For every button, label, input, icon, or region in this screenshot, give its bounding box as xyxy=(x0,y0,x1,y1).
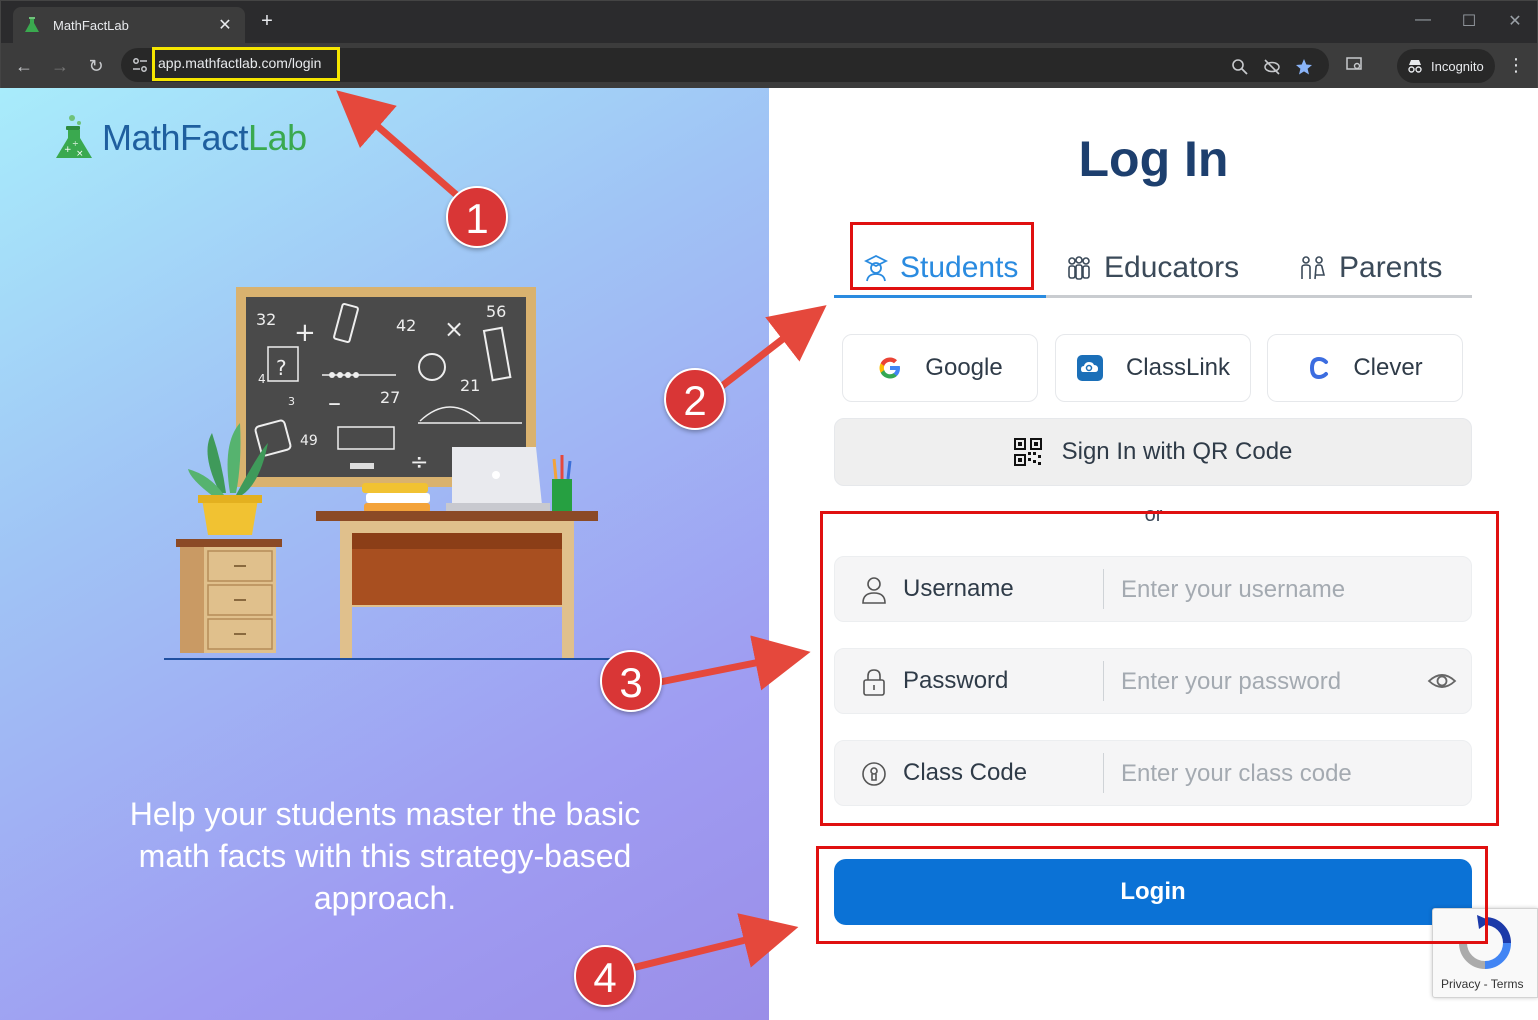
field-divider xyxy=(1103,569,1104,609)
recaptcha-links[interactable]: Privacy - Terms xyxy=(1441,977,1523,991)
tab-students[interactable]: Students xyxy=(864,238,1018,298)
username-field: Username xyxy=(834,556,1472,622)
svg-text:3: 3 xyxy=(288,395,295,408)
svg-text:21: 21 xyxy=(460,376,480,395)
minimize-icon[interactable]: — xyxy=(1413,11,1433,29)
close-tab-icon[interactable]: ✕ xyxy=(215,15,235,35)
bookmark-star-icon[interactable] xyxy=(1295,58,1313,76)
student-icon xyxy=(864,254,888,282)
class-code-label: Class Code xyxy=(903,759,1028,786)
classlink-signin-button[interactable]: ClassLink xyxy=(1055,334,1251,402)
login-panel: Log In Students Educators Parents Google… xyxy=(769,88,1538,1020)
hero-panel: + × ÷ MathFactLab 32 42 56 27 21 49 4 3 … xyxy=(0,88,769,1020)
classlink-icon xyxy=(1076,355,1103,381)
tab-parents[interactable]: Parents xyxy=(1299,238,1442,298)
field-divider xyxy=(1103,753,1104,793)
qr-signin-button[interactable]: Sign In with QR Code xyxy=(834,418,1472,486)
svg-text:×: × xyxy=(444,315,464,343)
show-password-icon[interactable] xyxy=(1427,669,1457,693)
drawer-cabinet xyxy=(176,539,282,653)
svg-text:+: + xyxy=(294,318,316,348)
brand-name: MathFactLab xyxy=(102,117,307,158)
parents-icon xyxy=(1301,256,1326,280)
reading-list-icon[interactable] xyxy=(1345,55,1363,73)
tab-title: MathFactLab xyxy=(53,17,129,33)
svg-text:–: – xyxy=(328,388,341,418)
class-code-input[interactable] xyxy=(1115,751,1425,797)
clever-label: Clever xyxy=(1353,354,1423,381)
browser-menu-icon[interactable]: ⋮ xyxy=(1507,55,1525,76)
recaptcha-badge[interactable]: Privacy - Terms xyxy=(1432,908,1538,998)
password-label: Password xyxy=(903,667,1009,694)
login-button[interactable]: Login xyxy=(834,859,1472,925)
field-divider xyxy=(1103,661,1104,701)
teacher-desk xyxy=(316,511,598,659)
google-icon xyxy=(879,357,901,379)
google-label: Google xyxy=(925,354,1003,381)
tab-parents-label: Parents xyxy=(1339,251,1443,284)
lock-icon xyxy=(863,669,885,696)
username-input[interactable] xyxy=(1115,567,1425,613)
svg-text:56: 56 xyxy=(486,302,506,321)
key-circle-icon xyxy=(862,762,886,786)
page-title: Log In xyxy=(1078,131,1229,187)
window-close-icon[interactable]: ✕ xyxy=(1505,11,1525,31)
qr-code-icon xyxy=(1013,438,1042,466)
hero-tagline: Help your students master the basic math… xyxy=(129,796,641,916)
svg-text:?: ? xyxy=(276,356,287,380)
reload-icon[interactable]: ↻ xyxy=(83,53,109,79)
flask-icon xyxy=(25,17,39,32)
educators-icon xyxy=(1068,256,1090,280)
user-icon xyxy=(862,577,886,604)
back-icon[interactable]: ← xyxy=(11,53,37,79)
role-tabs: Students Educators Parents xyxy=(834,238,1472,298)
active-tab-indicator xyxy=(834,295,1046,298)
svg-text:+: + xyxy=(64,145,72,155)
qr-label: Sign In with QR Code xyxy=(1061,438,1293,465)
zoom-icon[interactable] xyxy=(1231,58,1249,76)
new-tab-button[interactable]: + xyxy=(257,9,277,33)
browser-tab[interactable]: MathFactLab ✕ xyxy=(13,7,245,43)
svg-text:42: 42 xyxy=(396,316,416,335)
url-highlight-box xyxy=(152,47,340,81)
flask-logo-icon: + × ÷ xyxy=(56,115,92,159)
tab-strip: MathFactLab ✕ + — ☐ ✕ xyxy=(1,1,1537,43)
or-divider: or xyxy=(1144,504,1163,526)
google-signin-button[interactable]: Google xyxy=(842,334,1038,402)
recaptcha-icon xyxy=(1459,915,1511,969)
maximize-icon[interactable]: ☐ xyxy=(1459,11,1479,31)
tab-students-label: Students xyxy=(900,251,1019,284)
eye-off-icon[interactable] xyxy=(1263,58,1281,76)
tab-educators[interactable]: Educators xyxy=(1066,238,1239,298)
password-input[interactable] xyxy=(1115,659,1425,705)
brand-logo[interactable]: + × ÷ MathFactLab xyxy=(52,114,307,162)
classroom-illustration: 32 42 56 27 21 49 4 3 + × – ÷ ? xyxy=(164,287,610,660)
svg-text:49: 49 xyxy=(300,433,318,449)
svg-text:27: 27 xyxy=(380,388,400,407)
svg-text:÷: ÷ xyxy=(410,450,428,475)
forward-icon[interactable]: → xyxy=(47,53,73,79)
svg-text:32: 32 xyxy=(256,310,276,329)
site-settings-icon[interactable] xyxy=(131,56,149,74)
tab-educators-label: Educators xyxy=(1104,251,1240,284)
class-code-field: Class Code xyxy=(834,740,1472,806)
incognito-indicator[interactable]: Incognito xyxy=(1397,49,1495,83)
classlink-label: ClassLink xyxy=(1125,354,1231,381)
incognito-label: Incognito xyxy=(1431,58,1484,74)
svg-text:÷: ÷ xyxy=(72,139,79,148)
svg-text:×: × xyxy=(76,149,84,159)
username-label: Username xyxy=(903,575,1014,602)
clever-signin-button[interactable]: Clever xyxy=(1267,334,1463,402)
svg-text:4: 4 xyxy=(258,372,266,386)
password-field: Password xyxy=(834,648,1472,714)
incognito-icon xyxy=(1408,60,1422,73)
clever-icon xyxy=(1310,356,1329,380)
